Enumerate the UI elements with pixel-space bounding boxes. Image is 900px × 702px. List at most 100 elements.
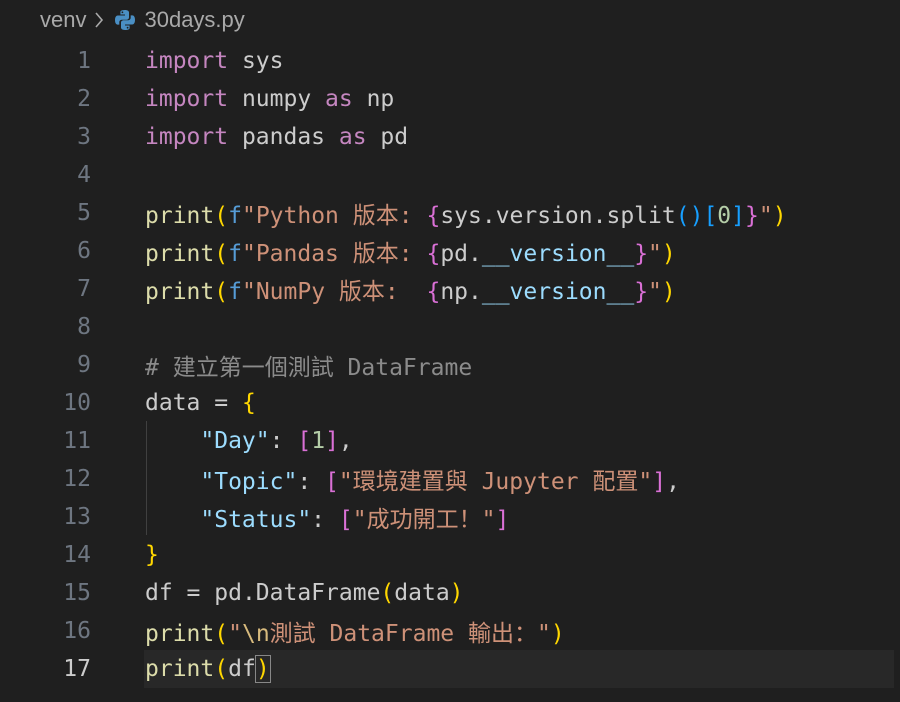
line-number: 12 bbox=[63, 466, 91, 492]
code-line[interactable]: 14} bbox=[0, 536, 900, 574]
code-text[interactable]: import pandas as pd bbox=[145, 124, 408, 150]
code-text[interactable]: print(f"Python 版本: {sys.version.split()[… bbox=[145, 196, 787, 230]
code-token: : bbox=[311, 507, 339, 533]
code-token: "Day" bbox=[200, 428, 270, 454]
code-token: : bbox=[269, 428, 298, 454]
breadcrumb-folder[interactable]: venv bbox=[40, 7, 86, 33]
code-line[interactable]: 15 df = pd.DataFrame(data) bbox=[0, 574, 900, 612]
code-line[interactable]: 12 "Topic": ["環境建置與 Jupyter 配置"], bbox=[0, 460, 900, 498]
code-token: as bbox=[338, 124, 367, 150]
code-text[interactable]: import numpy as np bbox=[145, 86, 394, 112]
code-token: "Python 版本: bbox=[241, 203, 427, 229]
code-text[interactable]: "Status": ["成功開工！"] bbox=[145, 500, 509, 534]
code-token: f bbox=[228, 279, 242, 305]
code-token: ] bbox=[495, 507, 510, 533]
python-file-icon bbox=[114, 9, 136, 31]
code-token: f bbox=[228, 241, 242, 267]
line-number: 15 bbox=[63, 580, 91, 606]
code-token: } bbox=[145, 542, 159, 568]
code-token: # 建立第一個測試 DataFrame bbox=[145, 355, 473, 381]
code-token: "Pandas 版本: bbox=[241, 241, 427, 267]
code-token: " bbox=[758, 203, 773, 229]
line-number: 5 bbox=[77, 200, 91, 226]
line-number: 4 bbox=[77, 162, 91, 188]
code-token: ] bbox=[652, 469, 667, 495]
code-line[interactable]: 8 bbox=[0, 308, 900, 346]
code-token: " bbox=[228, 621, 242, 647]
code-text[interactable]: # 建立第一個測試 DataFrame bbox=[145, 348, 472, 382]
code-token: ] bbox=[325, 428, 339, 454]
code-text[interactable]: print(df) bbox=[145, 655, 271, 683]
code-token: 1 bbox=[311, 428, 326, 454]
code-token: = bbox=[200, 390, 242, 416]
code-text[interactable]: "Topic": ["環境建置與 Jupyter 配置"], bbox=[145, 462, 680, 496]
code-token: ) bbox=[689, 203, 704, 229]
code-text[interactable]: df = pd.DataFrame(data) bbox=[145, 580, 464, 606]
code-text[interactable]: } bbox=[145, 542, 159, 568]
code-token: ( bbox=[214, 203, 229, 229]
code-line[interactable]: 7 print(f"NumPy 版本: {np.__version__}") bbox=[0, 270, 900, 308]
code-token: ( bbox=[675, 203, 690, 229]
code-token: : bbox=[297, 469, 326, 495]
code-token: np. bbox=[440, 279, 482, 305]
code-token: { bbox=[426, 203, 441, 229]
indent-guide bbox=[146, 421, 147, 535]
code-token: print bbox=[145, 279, 215, 305]
code-token: pd.DataFrame bbox=[214, 580, 381, 606]
line-number: 9 bbox=[77, 352, 91, 378]
code-token: ) bbox=[661, 279, 676, 305]
code-token: import bbox=[145, 124, 229, 150]
chevron-right-icon bbox=[94, 12, 104, 28]
code-editor[interactable]: venv 30days.py 1 import sys 2 import numpy … bbox=[0, 0, 900, 702]
code-line[interactable]: 10 data = { bbox=[0, 384, 900, 422]
code-line[interactable]: 13 "Status": ["成功開工！"] bbox=[0, 498, 900, 536]
code-line[interactable]: 17 print(df) bbox=[0, 650, 900, 688]
code-token: print bbox=[145, 621, 215, 647]
code-token: ( bbox=[214, 656, 229, 682]
code-token: [ bbox=[325, 469, 339, 495]
code-token: data bbox=[394, 580, 450, 606]
line-number: 8 bbox=[77, 314, 91, 340]
code-token: ( bbox=[214, 621, 229, 647]
line-number: 10 bbox=[63, 390, 91, 416]
code-line[interactable]: 4 bbox=[0, 156, 900, 194]
code-token: pd bbox=[366, 124, 409, 150]
code-token: { bbox=[426, 279, 441, 305]
code-token: 0 bbox=[717, 203, 732, 229]
code-token: ( bbox=[214, 279, 229, 305]
code-text[interactable]: import sys bbox=[145, 48, 283, 74]
code-token: "成功開工！" bbox=[352, 507, 496, 533]
code-token: ) bbox=[772, 203, 787, 229]
code-token: "環境建置與 Jupyter 配置" bbox=[338, 469, 653, 495]
code-token: __version__ bbox=[481, 279, 635, 305]
code-line[interactable]: 9 # 建立第一個測試 DataFrame bbox=[0, 346, 900, 384]
code-token: df bbox=[145, 580, 173, 606]
line-number: 6 bbox=[77, 238, 91, 264]
code-text[interactable]: data = { bbox=[145, 390, 256, 416]
code-line[interactable]: 16 print("\n測試 DataFrame 輸出：") bbox=[0, 612, 900, 650]
code-token: f bbox=[228, 203, 242, 229]
code-token: sys.version.split bbox=[440, 203, 676, 229]
code-line[interactable]: 11 "Day": [1], bbox=[0, 422, 900, 460]
code-line[interactable]: 5 print(f"Python 版本: {sys.version.split()… bbox=[0, 194, 900, 232]
code-text[interactable]: "Day": [1], bbox=[145, 428, 352, 454]
code-line[interactable]: 3 import pandas as pd bbox=[0, 118, 900, 156]
code-token: np bbox=[352, 86, 395, 112]
code-line[interactable]: 1 import sys bbox=[0, 42, 900, 80]
code-text[interactable]: print("\n測試 DataFrame 輸出：") bbox=[145, 614, 565, 648]
code-line[interactable]: 6 print(f"Pandas 版本: {pd.__version__}") bbox=[0, 232, 900, 270]
code-text[interactable]: print(f"NumPy 版本: {np.__version__}") bbox=[145, 272, 676, 306]
code-line[interactable]: 2 import numpy as np bbox=[0, 80, 900, 118]
code-token: print bbox=[145, 241, 215, 267]
line-number: 11 bbox=[63, 428, 91, 454]
code-token: ] bbox=[731, 203, 746, 229]
line-number: 7 bbox=[77, 276, 91, 302]
code-text[interactable]: print(f"Pandas 版本: {pd.__version__}") bbox=[145, 234, 676, 268]
code-token: , bbox=[666, 469, 680, 495]
code-token: ) bbox=[449, 580, 464, 606]
breadcrumb-file[interactable]: 30days.py bbox=[144, 7, 244, 33]
code-token: import bbox=[145, 48, 229, 74]
code-token: } bbox=[634, 241, 649, 267]
code-token: = bbox=[172, 580, 215, 606]
